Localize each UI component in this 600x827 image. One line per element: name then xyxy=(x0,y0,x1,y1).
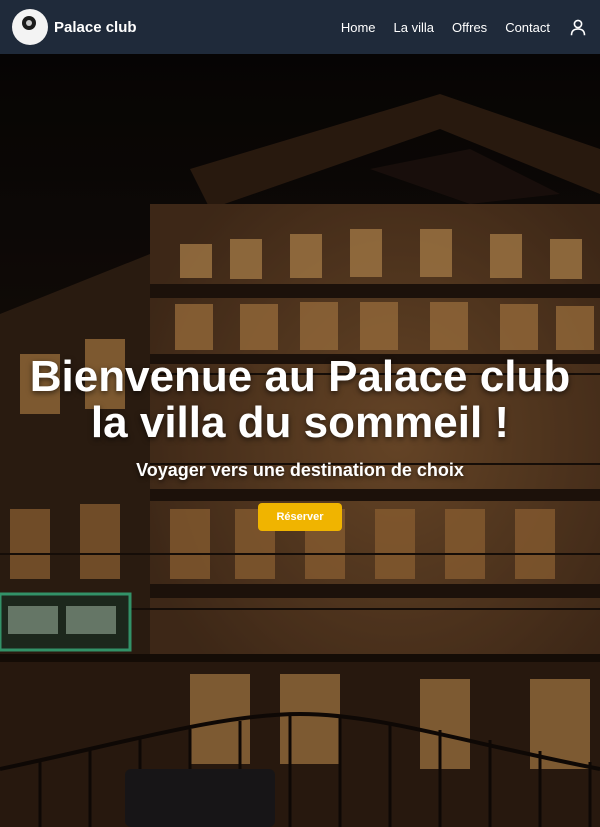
hero-title: Bienvenue au Palace club la villa du som… xyxy=(0,354,600,446)
reserve-button[interactable]: Réserver xyxy=(258,503,342,531)
nav-la-villa[interactable]: La villa xyxy=(394,20,434,35)
logo-icon xyxy=(12,9,48,45)
hero-subtitle: Voyager vers une destination de choix xyxy=(136,460,464,480)
brand-name: Palace club xyxy=(54,18,137,36)
hero-title-line-1: Bienvenue au Palace club xyxy=(29,352,571,401)
user-icon[interactable] xyxy=(568,17,588,37)
brand-link[interactable]: Palace club xyxy=(12,9,137,45)
main-nav: Home La villa Offres Contact xyxy=(323,17,588,37)
hero-section: Bienvenue au Palace club la villa du som… xyxy=(0,54,600,827)
nav-contact[interactable]: Contact xyxy=(505,20,550,35)
navbar: Palace club Home La villa Offres Contact xyxy=(0,0,600,54)
nav-offres[interactable]: Offres xyxy=(452,20,487,35)
hero-title-line-2: la villa du sommeil ! xyxy=(90,398,510,447)
hero-content: Bienvenue au Palace club la villa du som… xyxy=(0,354,600,531)
nav-home[interactable]: Home xyxy=(341,20,376,35)
